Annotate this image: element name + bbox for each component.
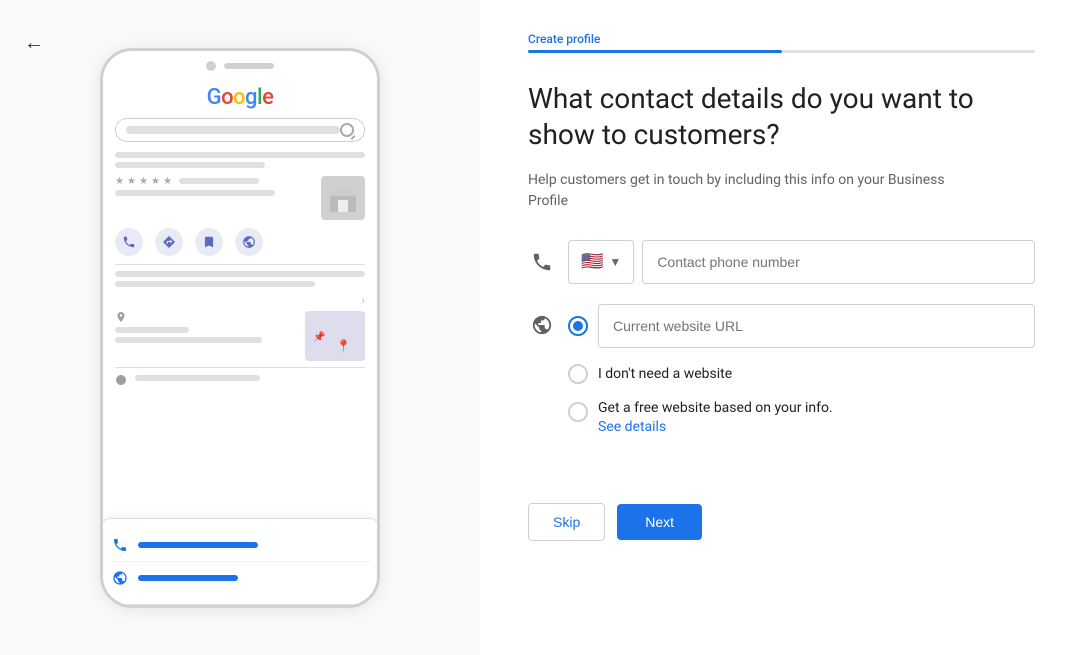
- ph-directions-btn: [155, 228, 183, 256]
- pb-web-row: [110, 561, 370, 594]
- phone-form-row: 🇺🇸 ▼: [528, 240, 1035, 284]
- ph-globe-btn: [235, 228, 263, 256]
- bookmark-icon: [202, 235, 216, 249]
- no-website-row: I don't need a website: [568, 364, 1035, 384]
- ph-text-lines: [115, 271, 365, 287]
- ph-map-text: [115, 311, 299, 361]
- ph-ml-2: [115, 337, 262, 343]
- phone-content: Google ★ ★ ★ ★ ★: [103, 77, 377, 518]
- star-2: ★: [127, 176, 137, 186]
- phone-mockup: Google ★ ★ ★ ★ ★: [100, 48, 380, 608]
- skip-button[interactable]: Skip: [528, 503, 605, 541]
- phone-search-icon: [340, 123, 354, 137]
- phone-top-bar: [103, 51, 377, 77]
- no-website-label: I don't need a website: [598, 366, 732, 382]
- ph-divider-2: [115, 367, 365, 368]
- ph-line-1: [115, 152, 365, 158]
- pb-globe-icon: [110, 568, 130, 588]
- country-dropdown-arrow: ▼: [609, 255, 621, 269]
- phone-input-group: 🇺🇸 ▼: [568, 240, 1035, 284]
- free-website-label: Get a free website based on your info.: [598, 400, 833, 416]
- globe-form-icon: [528, 304, 556, 336]
- left-panel: ← Google: [0, 0, 480, 655]
- tab-create-profile: Create profile: [528, 32, 782, 53]
- map-pin-1: 📍: [336, 339, 351, 353]
- ph-tl-1: [115, 271, 365, 277]
- website-url-row: [568, 304, 1035, 348]
- us-flag: 🇺🇸: [581, 251, 603, 272]
- ph-stars: ★ ★ ★ ★ ★: [115, 176, 315, 186]
- tab-inactive: [782, 46, 1036, 53]
- phone-icon-small: [112, 537, 128, 553]
- progress-tabs: Create profile: [528, 32, 1035, 53]
- phone-speaker: [224, 63, 274, 69]
- store-svg-icon: [328, 184, 358, 212]
- pb-phone-line: [138, 542, 258, 548]
- ph-call-btn: [115, 228, 143, 256]
- globe-icon-bottom: [112, 570, 128, 586]
- phone-form-icon: [528, 251, 556, 273]
- pb-phone-row: [110, 529, 370, 561]
- ph-chevron: ›: [115, 293, 365, 307]
- free-website-row: Get a free website based on your info. S…: [568, 400, 1035, 435]
- ph-cl-1: [135, 375, 260, 381]
- ph-action-icons: [115, 228, 365, 256]
- star-3: ★: [139, 176, 149, 186]
- pb-phone-icon: [110, 535, 130, 555]
- clock-icon-small: [115, 374, 127, 386]
- ph-line-2: [115, 162, 265, 168]
- tab-bar-active: [528, 50, 782, 53]
- phone-search-bar: [115, 118, 365, 142]
- star-1: ★: [115, 176, 125, 186]
- website-options: I don't need a website Get a free websit…: [568, 304, 1035, 451]
- google-logo: Google: [207, 85, 274, 110]
- website-url-input[interactable]: [598, 304, 1035, 348]
- tab-bar-inactive: [782, 50, 1036, 53]
- globe-icon: [531, 314, 553, 336]
- sub-text: Help customers get in touch by including…: [528, 170, 968, 212]
- ph-map-area: 📍 📌: [115, 311, 365, 361]
- globe-small-icon: [242, 235, 256, 249]
- ph-map-img: 📍 📌: [305, 311, 365, 361]
- button-row: Skip Next: [528, 503, 1035, 541]
- next-button[interactable]: Next: [617, 504, 702, 540]
- radio-url-selected[interactable]: [568, 316, 588, 336]
- website-form-row: I don't need a website Get a free websit…: [528, 304, 1035, 451]
- directions-icon: [162, 235, 176, 249]
- phone-bottom-card: [100, 518, 380, 605]
- google-logo-area: Google: [115, 85, 365, 110]
- star-4: ★: [151, 176, 161, 186]
- free-website-text-group: Get a free website based on your info. S…: [598, 400, 833, 435]
- location-small-icon: [115, 311, 127, 323]
- ph-save-btn: [195, 228, 223, 256]
- main-heading: What contact details do you want to show…: [528, 81, 1035, 154]
- pb-web-line: [138, 575, 238, 581]
- phone-search-inner: [126, 126, 340, 134]
- ph-line-3: [115, 190, 275, 196]
- ph-clock-row: [115, 374, 365, 386]
- ph-store-text: ★ ★ ★ ★ ★: [115, 176, 315, 200]
- phone-number-input[interactable]: [642, 240, 1035, 284]
- right-panel: Create profile What contact details do y…: [480, 0, 1083, 655]
- ph-tl-2: [115, 281, 315, 287]
- see-details-link[interactable]: See details: [598, 419, 666, 435]
- country-selector[interactable]: 🇺🇸 ▼: [568, 240, 634, 284]
- phone-icon: [531, 251, 553, 273]
- radio-free-website[interactable]: [568, 402, 588, 422]
- back-button[interactable]: ←: [24, 30, 44, 55]
- ph-store-row: ★ ★ ★ ★ ★: [115, 176, 365, 220]
- ph-divider-1: [115, 264, 365, 265]
- radio-no-website[interactable]: [568, 364, 588, 384]
- map-pin-2: 📌: [313, 332, 325, 343]
- star-5: ★: [163, 176, 173, 186]
- stars-line: [179, 178, 259, 184]
- tab-label-create-profile: Create profile: [528, 32, 782, 46]
- ph-store-img: [321, 176, 365, 220]
- call-icon: [122, 235, 136, 249]
- ph-ml-1: [115, 327, 189, 333]
- phone-camera: [206, 61, 216, 71]
